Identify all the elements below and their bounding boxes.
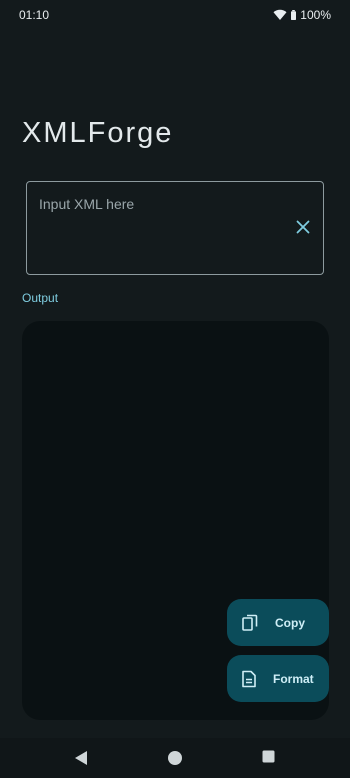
- copy-icon: [241, 614, 259, 632]
- home-circle-icon: [167, 751, 183, 770]
- close-icon: [296, 220, 310, 239]
- app-title: XMLForge: [22, 117, 174, 149]
- battery-percentage: 100%: [300, 8, 331, 22]
- copy-button[interactable]: Copy: [227, 599, 329, 646]
- nav-back-button[interactable]: [74, 750, 88, 771]
- battery-icon: [291, 10, 297, 20]
- nav-recents-button[interactable]: [262, 750, 275, 768]
- status-bar: 01:10 100%: [0, 0, 350, 30]
- nav-home-button[interactable]: [167, 750, 183, 771]
- back-triangle-icon: [74, 751, 88, 770]
- xml-input[interactable]: [39, 194, 289, 214]
- clear-input-button[interactable]: [293, 219, 313, 239]
- recents-square-icon: [262, 750, 275, 767]
- format-label: Format: [273, 671, 314, 686]
- wifi-icon: [273, 9, 287, 21]
- status-time: 01:10: [19, 8, 50, 22]
- document-icon: [241, 670, 257, 688]
- navigation-bar: [0, 738, 350, 778]
- xml-input-field[interactable]: [26, 181, 324, 275]
- status-icons: 100%: [273, 8, 331, 22]
- copy-label: Copy: [275, 615, 305, 630]
- output-label: Output: [22, 291, 59, 305]
- format-button[interactable]: Format: [227, 655, 329, 702]
